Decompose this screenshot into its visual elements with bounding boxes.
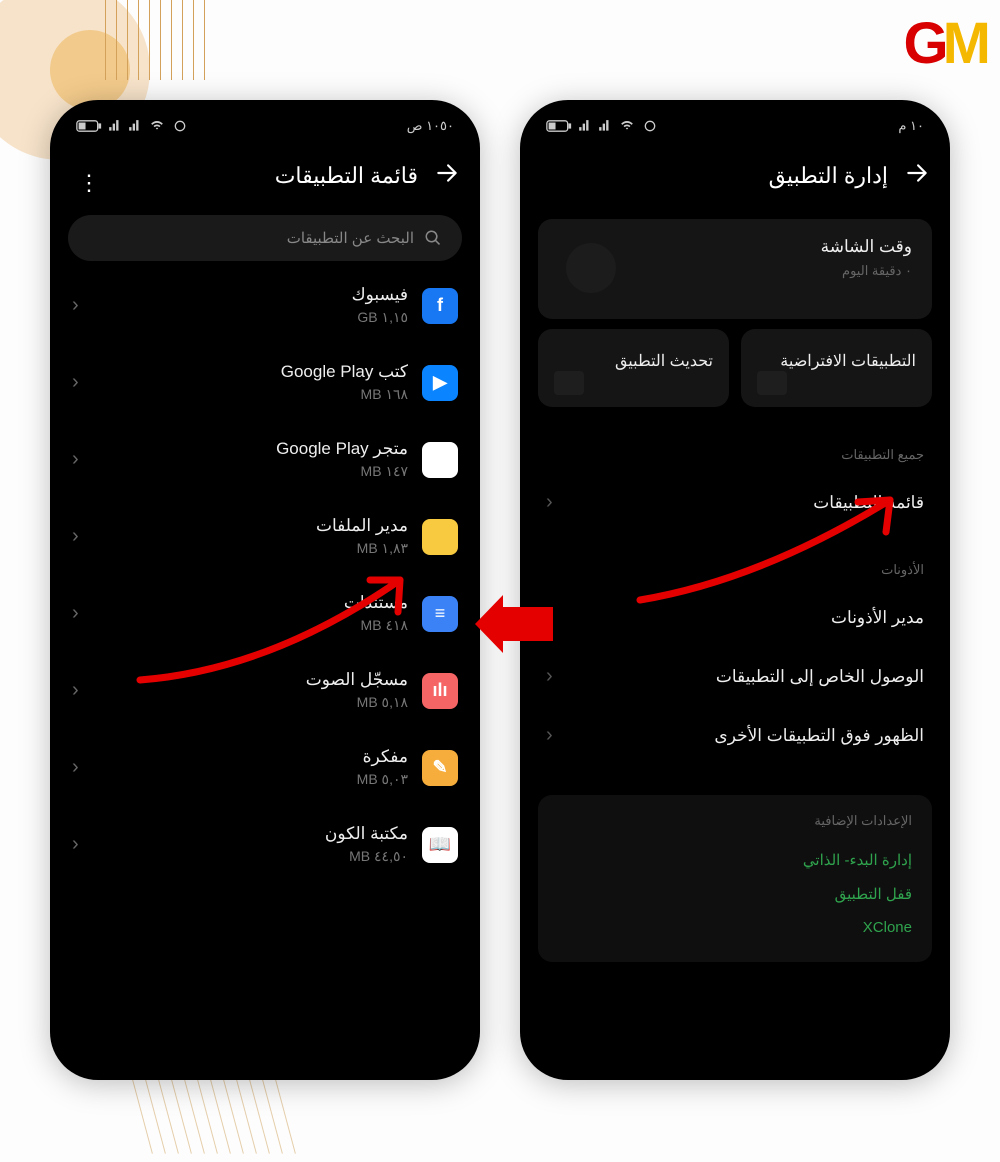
gm-logo: GM: [904, 10, 985, 77]
search-placeholder: البحث عن التطبيقات: [287, 229, 414, 247]
signal-icon: [598, 119, 612, 133]
status-icons: [76, 118, 188, 134]
chevron-left-icon: ‹: [72, 371, 79, 394]
battery-icon: [546, 119, 572, 133]
app-name: متجر Google Play: [93, 439, 408, 459]
alarm-icon: [642, 118, 658, 134]
header: إدارة التطبيق: [520, 142, 950, 209]
app-icon: ▶: [422, 365, 458, 401]
screen-time-card[interactable]: وقت الشاشة ٠ دقيقة اليوم: [538, 219, 932, 319]
chevron-left-icon: ‹: [72, 448, 79, 471]
extras-card: الإعدادات الإضافية إدارة البدء- الذاتي ق…: [538, 795, 932, 962]
app-icon: f: [422, 288, 458, 324]
wifi-icon: [148, 119, 166, 133]
chevron-left-icon: ‹: [72, 833, 79, 856]
row-label: الوصول الخاص إلى التطبيقات: [716, 667, 924, 687]
app-size: ٥,١٨ MB: [93, 694, 408, 711]
annotation-arrow-icon: [475, 595, 553, 653]
default-apps-card[interactable]: التطبيقات الافتراضية: [741, 329, 932, 407]
app-icon: ▶: [422, 442, 458, 478]
chevron-left-icon: ‹: [546, 724, 553, 747]
section-all-apps: جميع التطبيقات: [520, 417, 950, 473]
app-name: مفكرة: [93, 747, 408, 767]
status-bar: ١٠ م: [520, 100, 950, 142]
wifi-icon: [618, 119, 636, 133]
header: قائمة التطبيقات: [50, 142, 480, 209]
app-name: مكتبة الكون: [93, 824, 408, 844]
logo-g: G: [904, 11, 943, 76]
app-size: ١٤٧ MB: [93, 463, 408, 480]
app-name: مدير الملفات: [93, 516, 408, 536]
extras-autostart[interactable]: إدارة البدء- الذاتي: [558, 843, 912, 877]
battery-icon: [76, 119, 102, 133]
search-icon: [424, 229, 442, 247]
row-label: مدير الأذونات: [831, 608, 924, 628]
status-icons: [546, 118, 658, 134]
app-icon: 📖: [422, 827, 458, 863]
status-time: ١٠ م: [898, 118, 924, 134]
annotation-hand-arrow-icon: [620, 470, 920, 610]
app-name: كتب Google Play: [93, 362, 408, 382]
search-input[interactable]: البحث عن التطبيقات: [68, 215, 462, 261]
app-row[interactable]: ▶ كتب Google Play ١٦٨ MB ‹: [50, 344, 480, 421]
app-row[interactable]: 📖 مكتبة الكون ٤٤,٥٠ MB ‹: [50, 806, 480, 883]
annotation-hand-arrow-icon: [120, 550, 440, 690]
row-display-over-apps[interactable]: الظهور فوق التطبيقات الأخرى ‹: [520, 706, 950, 765]
app-size: ١,١٥ GB: [93, 309, 408, 326]
chevron-left-icon: ‹: [72, 602, 79, 625]
status-time: ١٠٥٠ ص: [407, 118, 454, 134]
page-title: إدارة التطبيق: [769, 163, 888, 189]
extras-applock[interactable]: قفل التطبيق: [558, 877, 912, 911]
more-menu-icon[interactable]: ⋮: [78, 170, 100, 196]
app-size: ١٦٨ MB: [93, 386, 408, 403]
chevron-left-icon: ‹: [72, 679, 79, 702]
page-title: قائمة التطبيقات: [275, 163, 418, 189]
chevron-left-icon: ‹: [72, 756, 79, 779]
card-row: التطبيقات الافتراضية تحديث التطبيق: [538, 329, 932, 407]
app-row[interactable]: ▶ متجر Google Play ١٤٧ MB ‹: [50, 421, 480, 498]
row-special-access[interactable]: الوصول الخاص إلى التطبيقات ‹: [520, 647, 950, 706]
card-label: التطبيقات الافتراضية: [780, 353, 916, 370]
back-arrow-icon[interactable]: [434, 160, 460, 191]
extras-label: الإعدادات الإضافية: [558, 813, 912, 829]
app-size: ٥,٠٣ MB: [93, 771, 408, 788]
card-label: تحديث التطبيق: [615, 353, 713, 370]
signal-icon: [128, 119, 142, 133]
app-icon: ✎: [422, 750, 458, 786]
chevron-left-icon: ‹: [546, 665, 553, 688]
decor-lines: [100, 0, 300, 100]
status-bar: ١٠٥٠ ص: [50, 100, 480, 142]
signal-icon: [578, 119, 592, 133]
update-app-card[interactable]: تحديث التطبيق: [538, 329, 729, 407]
app-name: فيسبوك: [93, 285, 408, 305]
app-size: ٤٤,٥٠ MB: [93, 848, 408, 865]
chevron-left-icon: ‹: [72, 525, 79, 548]
back-arrow-icon[interactable]: [904, 160, 930, 191]
app-row[interactable]: f فيسبوك ١,١٥ GB ‹: [50, 267, 480, 344]
signal-icon: [108, 119, 122, 133]
chevron-left-icon: ‹: [546, 491, 553, 514]
chevron-left-icon: ‹: [72, 294, 79, 317]
logo-m: M: [943, 11, 985, 76]
clock-icon: [566, 243, 616, 293]
row-label: الظهور فوق التطبيقات الأخرى: [714, 726, 924, 746]
extras-xclone[interactable]: XClone: [558, 911, 912, 944]
alarm-icon: [172, 118, 188, 134]
app-row[interactable]: ✎ مفكرة ٥,٠٣ MB ‹: [50, 729, 480, 806]
